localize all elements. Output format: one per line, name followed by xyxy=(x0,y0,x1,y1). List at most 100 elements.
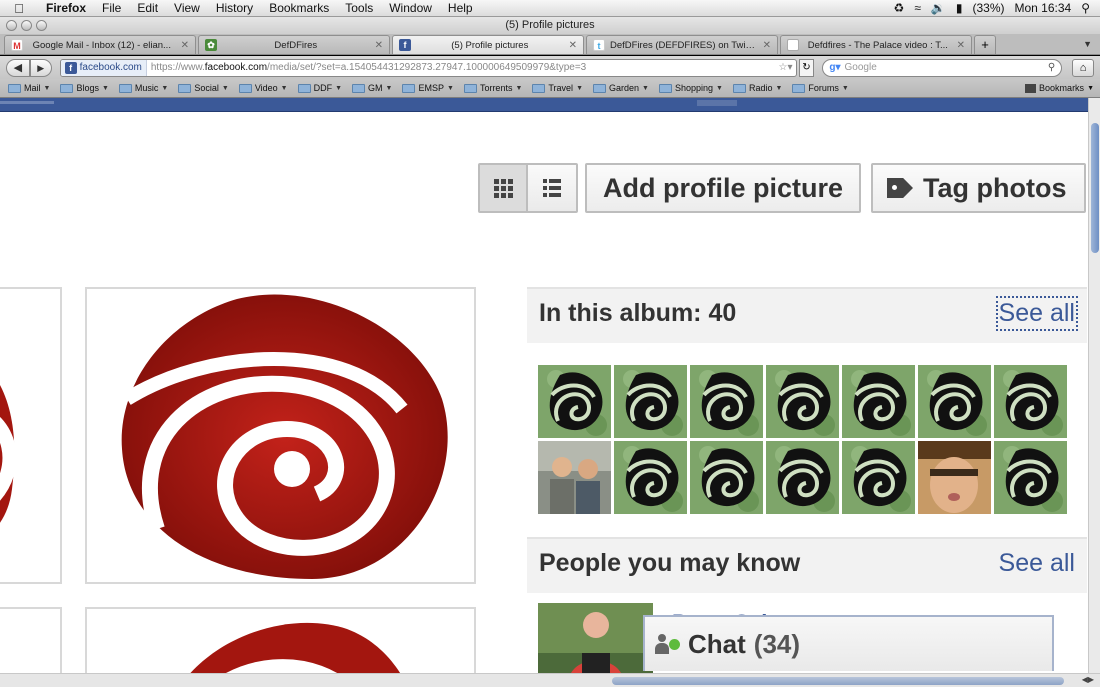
grid-view-icon[interactable] xyxy=(480,165,528,211)
bookmark-folder-emsp[interactable]: EMSP ▼ xyxy=(402,83,454,93)
suggested-person-photo[interactable] xyxy=(538,603,653,673)
menu-window[interactable]: Window xyxy=(381,1,440,15)
site-identity[interactable]: f facebook.com xyxy=(60,59,147,76)
home-icon[interactable]: ⌂ xyxy=(1072,58,1094,77)
chevron-down-icon: ▼ xyxy=(716,84,723,92)
bookmark-folder-ddf[interactable]: DDF ▼ xyxy=(297,83,342,93)
menu-file[interactable]: File xyxy=(94,1,129,15)
album-thumbnail-spiral[interactable] xyxy=(842,365,915,438)
chat-bar[interactable]: Chat (34) xyxy=(643,615,1054,671)
menu-history[interactable]: History xyxy=(208,1,261,15)
album-thumbnail-people[interactable] xyxy=(538,441,611,514)
vertical-scroll-thumb[interactable] xyxy=(1091,123,1099,253)
bookmark-folder-radio[interactable]: Radio ▼ xyxy=(732,83,782,93)
sync-icon[interactable]: ♻ xyxy=(894,1,905,15)
forward-button[interactable]: ▶ xyxy=(29,58,52,77)
url-text[interactable]: https://www.facebook.com/media/set/?set=… xyxy=(147,62,776,73)
chevron-down-icon: ▼ xyxy=(101,84,109,92)
album-thumbnail-spiral[interactable] xyxy=(918,365,991,438)
tab-title: DefDFires (DEFDFIRES) on Twitter xyxy=(610,39,758,51)
bookmark-folder-video[interactable]: Video ▼ xyxy=(238,83,288,93)
search-input[interactable]: g▾ Google ⚲ xyxy=(822,58,1063,77)
menu-firefox[interactable]: Firefox xyxy=(38,1,94,15)
bookmark-star-icon[interactable]: ☆▾ xyxy=(776,62,796,73)
search-icon[interactable]: ⚲ xyxy=(1048,62,1055,73)
menu-edit[interactable]: Edit xyxy=(129,1,166,15)
address-bar[interactable]: f facebook.com https://www.facebook.com/… xyxy=(59,58,797,77)
reload-icon[interactable]: ↻ xyxy=(798,58,815,77)
apple-menu-icon[interactable]:  xyxy=(0,1,38,16)
album-thumbnail-spiral[interactable] xyxy=(994,441,1067,514)
scroll-arrows-icon[interactable]: ◀▶ xyxy=(1082,675,1094,684)
bookmark-folder-shopping[interactable]: Shopping ▼ xyxy=(658,83,723,93)
tab-defdfires[interactable]: ✿ DefDFires ✕ xyxy=(198,35,390,54)
horizontal-scrollbar[interactable]: ◀▶ xyxy=(0,673,1100,687)
google-icon[interactable]: g▾ xyxy=(829,62,840,73)
tab-twitter[interactable]: t DefDFires (DEFDFIRES) on Twitter ✕ xyxy=(586,35,778,54)
tab-profile-pictures[interactable]: f (5) Profile pictures ✕ xyxy=(392,35,584,54)
bookmark-folder-music[interactable]: Music ▼ xyxy=(118,83,168,93)
bookmark-folder-travel[interactable]: Travel ▼ xyxy=(532,83,583,93)
folder-icon xyxy=(178,83,192,93)
bookmark-label: DDF xyxy=(313,83,333,93)
photo-thumbnail[interactable] xyxy=(0,607,62,673)
tab-palace-video[interactable]: Defdfires - The Palace video : T... ✕ xyxy=(780,35,972,54)
volume-icon[interactable]: 🔉 xyxy=(931,1,946,15)
bookmark-label: Travel xyxy=(548,83,574,93)
list-view-icon[interactable] xyxy=(528,165,576,211)
album-thumbnail-spiral[interactable] xyxy=(614,441,687,514)
photo-thumbnail[interactable] xyxy=(85,607,476,673)
menu-help[interactable]: Help xyxy=(440,1,481,15)
close-tab-icon[interactable]: ✕ xyxy=(957,40,965,51)
tab-gmail[interactable]: M Google Mail - Inbox (12) - elian... ✕ xyxy=(4,35,196,54)
album-thumbnail-spiral[interactable] xyxy=(690,365,763,438)
horizontal-scroll-thumb[interactable] xyxy=(612,677,1064,685)
album-thumbnail-spiral[interactable] xyxy=(842,441,915,514)
tab-title: Defdfires - The Palace video : T... xyxy=(807,39,948,51)
facebook-page: Add profile picture Tag photos In this a… xyxy=(0,98,1088,673)
clock[interactable]: Mon 16:34 xyxy=(1014,1,1071,15)
tag-photos-button[interactable]: Tag photos xyxy=(871,163,1086,213)
battery-icon[interactable]: ▮ xyxy=(956,1,963,15)
album-thumbnail-spiral[interactable] xyxy=(766,365,839,438)
folder-icon xyxy=(593,83,606,93)
close-window-button[interactable] xyxy=(6,20,17,31)
album-thumbnail-spiral[interactable] xyxy=(614,365,687,438)
site-badge: facebook.com xyxy=(79,61,142,73)
album-thumbnail-portrait[interactable] xyxy=(918,441,991,514)
close-tab-icon[interactable]: ✕ xyxy=(375,40,383,51)
bookmark-folder-garden[interactable]: Garden ▼ xyxy=(593,83,649,93)
photo-thumbnail[interactable] xyxy=(0,287,62,584)
close-tab-icon[interactable]: ✕ xyxy=(763,40,771,51)
album-thumbnail-spiral[interactable] xyxy=(690,441,763,514)
wifi-icon[interactable]: ≈ xyxy=(914,1,921,15)
album-thumbnail-spiral[interactable] xyxy=(538,365,611,438)
zoom-window-button[interactable] xyxy=(36,20,47,31)
view-toggle xyxy=(478,163,578,213)
url-path: /media/set/?set=a.154054431292873.27947.… xyxy=(267,62,587,73)
new-tab-button[interactable]: + xyxy=(974,35,996,54)
menu-bookmarks[interactable]: Bookmarks xyxy=(261,1,337,15)
tab-list-icon[interactable]: ▼ xyxy=(1083,35,1092,54)
bookmarks-menu-button[interactable]: Bookmarks ▼ xyxy=(1025,83,1094,93)
album-see-all-link[interactable]: See all xyxy=(995,296,1079,331)
bookmark-folder-social[interactable]: Social ▼ xyxy=(178,83,229,93)
menu-view[interactable]: View xyxy=(166,1,208,15)
bookmark-folder-gm[interactable]: GM ▼ xyxy=(352,83,392,93)
add-profile-picture-button[interactable]: Add profile picture xyxy=(585,163,861,213)
spotlight-icon[interactable]: ⚲ xyxy=(1081,1,1090,15)
vertical-scrollbar[interactable] xyxy=(1088,98,1100,673)
bookmark-folder-blogs[interactable]: Blogs ▼ xyxy=(60,83,109,93)
people-see-all-link[interactable]: See all xyxy=(999,549,1075,578)
album-thumbnail-spiral[interactable] xyxy=(766,441,839,514)
minimize-window-button[interactable] xyxy=(21,20,32,31)
profile-picture-main[interactable] xyxy=(85,287,476,584)
close-tab-icon[interactable]: ✕ xyxy=(569,40,577,51)
back-button[interactable]: ◀ xyxy=(6,58,30,77)
bookmark-folder-torrents[interactable]: Torrents ▼ xyxy=(463,83,522,93)
bookmark-folder-mail[interactable]: Mail ▼ xyxy=(8,83,50,93)
menu-tools[interactable]: Tools xyxy=(337,1,381,15)
close-tab-icon[interactable]: ✕ xyxy=(181,40,189,51)
bookmark-folder-forums[interactable]: Forums ▼ xyxy=(792,83,849,93)
album-thumbnail-spiral[interactable] xyxy=(994,365,1067,438)
